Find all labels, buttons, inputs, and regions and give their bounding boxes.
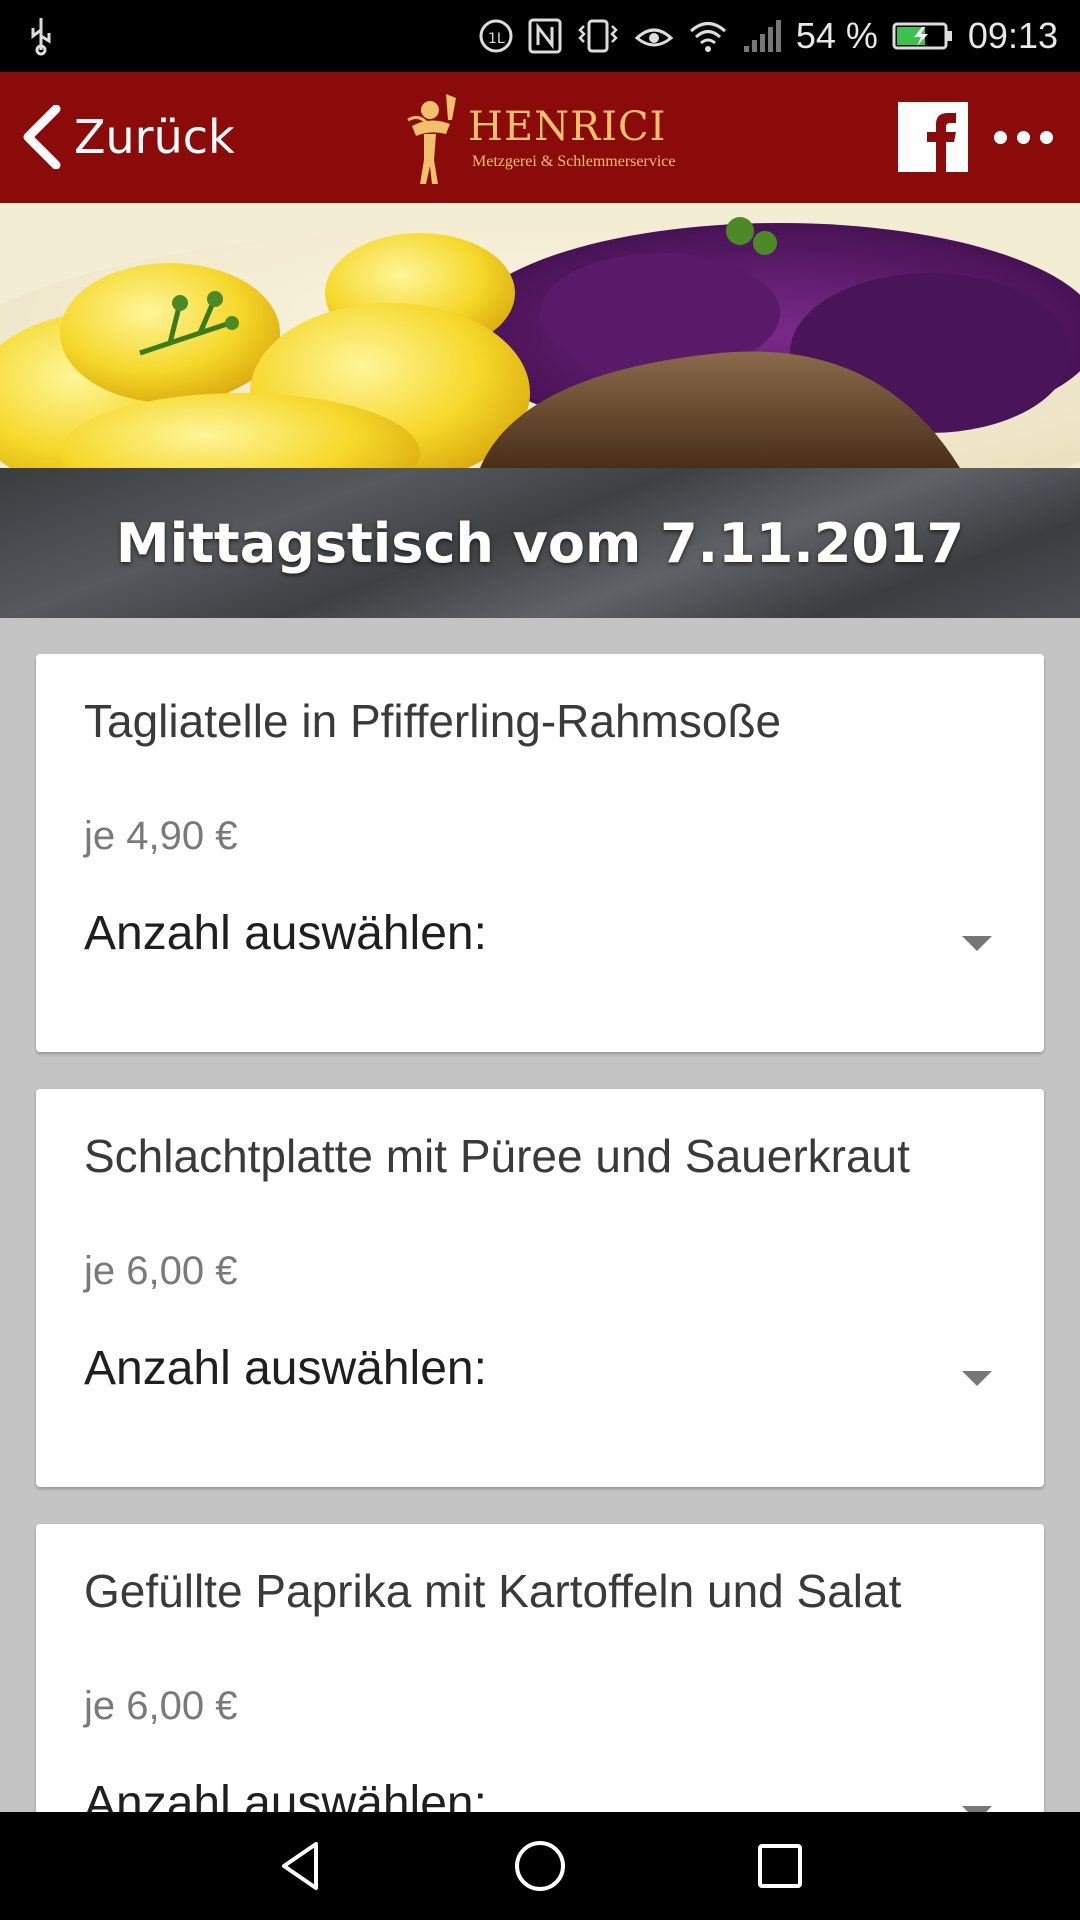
- logo-name: HENRICI: [468, 104, 667, 150]
- battery-percent: 54 %: [795, 15, 878, 56]
- nfc-icon: [528, 18, 562, 54]
- facebook-button[interactable]: [898, 102, 968, 172]
- dropdown-arrow-icon: [962, 936, 992, 951]
- recents-square-icon[interactable]: [750, 1836, 810, 1896]
- more-dot: [993, 130, 1007, 144]
- usb-icon: [31, 18, 51, 56]
- facebook-icon: [927, 113, 956, 172]
- hero-food-image: [0, 203, 1080, 468]
- date-banner: Mittagstisch vom 7.11.2017: [0, 468, 1080, 618]
- quantity-dropdown-label: Anzahl auswählen:: [84, 907, 487, 960]
- more-menu-button[interactable]: [988, 112, 1058, 162]
- more-dot: [1039, 130, 1053, 144]
- eye-comfort-icon: [634, 28, 674, 47]
- menu-card: Gefüllte Paprika mit Kartoffeln und Sala…: [36, 1524, 1044, 1812]
- svg-text:1L: 1L: [488, 31, 505, 47]
- back-button[interactable]: Zurück: [20, 100, 235, 174]
- more-dot: [1016, 130, 1030, 144]
- menu-list: Tagliatelle in Pfifferling-Rahmsoße je 4…: [0, 618, 1080, 1812]
- dropdown-arrow-icon: [962, 1371, 992, 1386]
- dish-name: Schlachtplatte mit Püree und Sauerkraut: [84, 1130, 910, 1182]
- quantity-dropdown[interactable]: Anzahl auswählen:: [84, 1341, 1004, 1411]
- butcher-figure-icon: [407, 94, 456, 184]
- henrici-logo: HENRICI Metzgerei & Schlemmerservice: [404, 90, 684, 186]
- menu-card: Tagliatelle in Pfifferling-Rahmsoße je 4…: [36, 654, 1044, 1052]
- vibrate-icon: [578, 19, 618, 53]
- chevron-left-icon: [23, 105, 61, 169]
- clock: 09:13: [967, 15, 1058, 56]
- quantity-dropdown-label: Anzahl auswählen:: [84, 1342, 487, 1395]
- dish-price: je 6,00 €: [84, 1684, 238, 1728]
- quantity-dropdown[interactable]: Anzahl auswählen:: [84, 1776, 1004, 1812]
- home-circle-icon[interactable]: [510, 1836, 570, 1896]
- dish-price: je 4,90 €: [84, 814, 238, 858]
- quantity-dropdown-label: Anzahl auswählen:: [84, 1777, 487, 1812]
- menu-card: Schlachtplatte mit Püree und Sauerkraut …: [36, 1089, 1044, 1487]
- food-illustration: [0, 203, 1080, 468]
- data-saver-icon: 1L: [479, 19, 513, 53]
- back-label: Zurück: [74, 110, 235, 164]
- app-bar: Zurück HENRICI Metzgerei & Schlemmerserv…: [0, 72, 1080, 203]
- page-title: Mittagstisch vom 7.11.2017: [115, 511, 965, 575]
- status-bar: 1L 54 % 09:13: [0, 0, 1080, 72]
- system-nav-bar: [0, 1812, 1080, 1920]
- signal-icon: [743, 20, 781, 52]
- wifi-icon: [689, 22, 726, 52]
- dish-price: je 6,00 €: [84, 1249, 238, 1293]
- dish-name: Tagliatelle in Pfifferling-Rahmsoße: [84, 695, 782, 747]
- logo-subtitle: Metzgerei & Schlemmerservice: [472, 153, 676, 170]
- dish-name: Gefüllte Paprika mit Kartoffeln und Sala…: [84, 1565, 902, 1617]
- battery-charging-icon: [892, 22, 952, 50]
- back-triangle-icon[interactable]: [270, 1836, 330, 1896]
- quantity-dropdown[interactable]: Anzahl auswählen:: [84, 906, 1004, 976]
